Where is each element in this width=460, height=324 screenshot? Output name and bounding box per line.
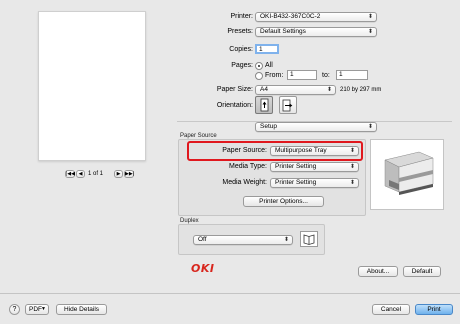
chevron-updown-icon: ⬍ [283, 237, 289, 243]
paper-source-value: Multipurpose Tray [275, 147, 327, 154]
printer-image [384, 151, 434, 195]
page-indicator: 1 of 1 [88, 171, 104, 177]
pages-from-label: From: [265, 72, 284, 79]
pdf-menu-button[interactable]: PDF ▼ [25, 304, 49, 315]
duplex-book-icon [300, 231, 318, 247]
copies-value: 1 [259, 46, 263, 53]
pdf-label: PDF [29, 306, 42, 313]
printer-value: OKI-B432-367C0C-2 [260, 13, 321, 20]
duplex-select[interactable]: Off ⬍ [193, 235, 293, 245]
media-type-label: Media Type: [228, 163, 267, 170]
orientation-landscape-button[interactable] [279, 96, 297, 114]
presets-value: Default Settings [260, 28, 306, 35]
paper-size-select[interactable]: A4 ⬍ [255, 85, 336, 95]
pages-label: Pages: [231, 62, 253, 69]
media-weight-value: Printer Setting [275, 179, 317, 186]
printer-options-button[interactable]: Printer Options... [243, 196, 324, 207]
copies-label: Copies: [229, 46, 253, 53]
presets-label: Presets: [227, 28, 253, 35]
media-type-value: Printer Setting [275, 163, 317, 170]
duplex-value: Off [198, 236, 207, 243]
chevron-updown-icon: ⬍ [326, 87, 332, 93]
chevron-updown-icon: ⬍ [367, 29, 373, 35]
bottom-divider [0, 293, 460, 294]
paper-source-label: Paper Source: [222, 147, 267, 154]
paper-size-value: A4 [260, 86, 268, 93]
oki-logo: OKI [191, 262, 215, 275]
next-page-button[interactable]: ▶ [114, 170, 123, 178]
pages-to-label: to: [322, 72, 330, 79]
hide-details-button[interactable]: Hide Details [56, 304, 107, 315]
default-button[interactable]: Default [403, 266, 441, 277]
pages-all-radio[interactable] [255, 62, 263, 70]
about-button[interactable]: About... [358, 266, 398, 277]
paper-source-select[interactable]: Multipurpose Tray ⬍ [270, 146, 359, 156]
pages-from-field[interactable]: 1 [287, 70, 317, 80]
book-icon [303, 234, 315, 245]
chevron-updown-icon: ⬍ [349, 180, 355, 186]
orientation-label: Orientation: [216, 102, 253, 109]
panel-select[interactable]: Setup ⬍ [255, 122, 377, 132]
last-page-button[interactable]: ▶▶| [124, 170, 134, 178]
chevron-updown-icon: ⬍ [367, 14, 373, 20]
paper-size-dims: 210 by 297 mm [340, 87, 382, 93]
help-icon: ? [12, 306, 17, 313]
preview-navigation: |◀◀ ◀ 1 of 1 ▶ ▶▶| [65, 170, 160, 179]
cancel-button[interactable]: Cancel [372, 304, 410, 315]
printer-image-frame [370, 139, 444, 210]
chevron-updown-icon: ⬍ [367, 124, 373, 130]
media-type-select[interactable]: Printer Setting ⬍ [270, 162, 359, 172]
pages-from-value: 1 [290, 71, 294, 78]
print-preview-page [38, 11, 146, 161]
panel-select-value: Setup [260, 123, 277, 130]
paper-size-label: Paper Size: [216, 86, 253, 93]
first-page-button[interactable]: |◀◀ [65, 170, 75, 178]
printer-select[interactable]: OKI-B432-367C0C-2 ⬍ [255, 12, 377, 22]
presets-select[interactable]: Default Settings ⬍ [255, 27, 377, 37]
chevron-updown-icon: ⬍ [349, 164, 355, 170]
pages-range-radio[interactable] [255, 72, 263, 80]
pages-all-label: All [265, 62, 273, 69]
chevron-updown-icon: ⬍ [349, 148, 355, 154]
print-button[interactable]: Print [415, 304, 453, 315]
media-weight-select[interactable]: Printer Setting ⬍ [270, 178, 359, 188]
portrait-icon [260, 98, 269, 112]
orientation-portrait-button[interactable] [255, 96, 273, 114]
copies-field[interactable]: 1 [255, 44, 279, 54]
pages-to-value: 1 [339, 71, 343, 78]
media-weight-label: Media Weight: [222, 179, 267, 186]
previous-page-button[interactable]: ◀ [76, 170, 85, 178]
pages-to-field[interactable]: 1 [336, 70, 368, 80]
landscape-icon [282, 99, 293, 112]
help-button[interactable]: ? [9, 304, 20, 315]
printer-label: Printer: [230, 13, 253, 20]
chevron-down-icon: ▼ [41, 306, 46, 312]
